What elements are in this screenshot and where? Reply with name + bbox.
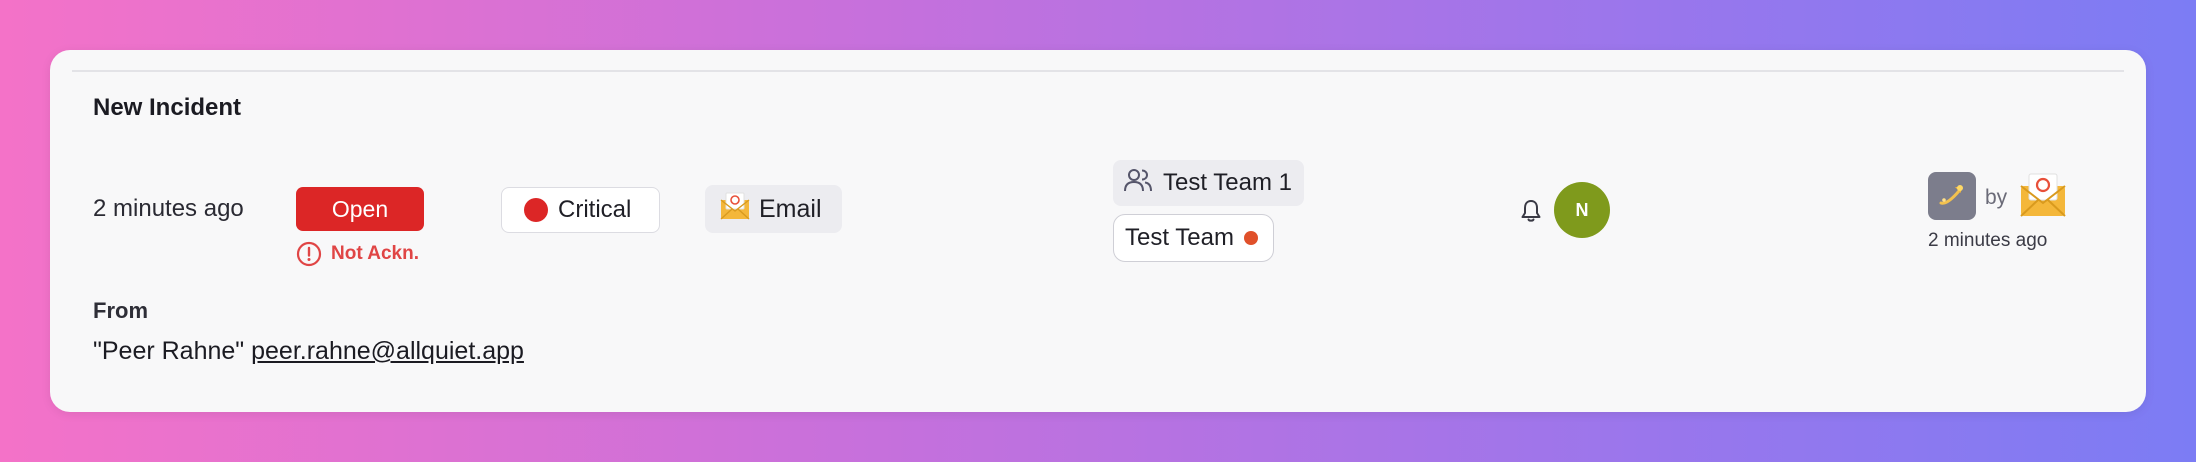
from-line: "Peer Rahne" peer.rahne@allquiet.app [93,337,524,366]
created-time: 2 minutes ago [93,195,244,222]
ack-status: Not Ackn. [296,241,419,267]
severity-label: Critical [558,196,632,223]
from-label: From [93,298,148,323]
source-label: Email [759,194,822,223]
source-badge[interactable]: Email [705,185,842,233]
incident-card[interactable]: New Incident 2 minutes ago Open Not Ackn… [50,50,2146,412]
severity-dot-icon [524,198,548,222]
by-label: by [1985,186,2008,209]
status-button[interactable]: Open [296,187,424,231]
integration-icon[interactable] [1928,172,1976,220]
severity-badge[interactable]: Critical [501,187,660,233]
incident-title: New Incident [93,94,242,121]
assignee-avatar[interactable]: N [1554,182,1610,238]
users-icon [1123,166,1153,201]
envelope-icon [2018,170,2068,225]
ack-status-label: Not Ackn. [331,243,419,264]
team-badge-2[interactable]: Test Team [1113,214,1274,262]
sender-name: "Peer Rahne" [93,337,245,365]
sender-email-link[interactable]: peer.rahne@allquiet.app [251,337,524,365]
alert-circle-icon [296,241,322,267]
team-label-1: Test Team 1 [1163,169,1292,196]
team-label-2: Test Team [1125,224,1234,251]
bell-icon[interactable] [1520,199,1542,228]
updated-time: 2 minutes ago [1928,230,2048,251]
divider [72,70,2124,72]
envelope-icon [719,191,751,228]
team-badge-1[interactable]: Test Team 1 [1113,160,1304,206]
team-status-dot-icon [1243,231,1258,245]
